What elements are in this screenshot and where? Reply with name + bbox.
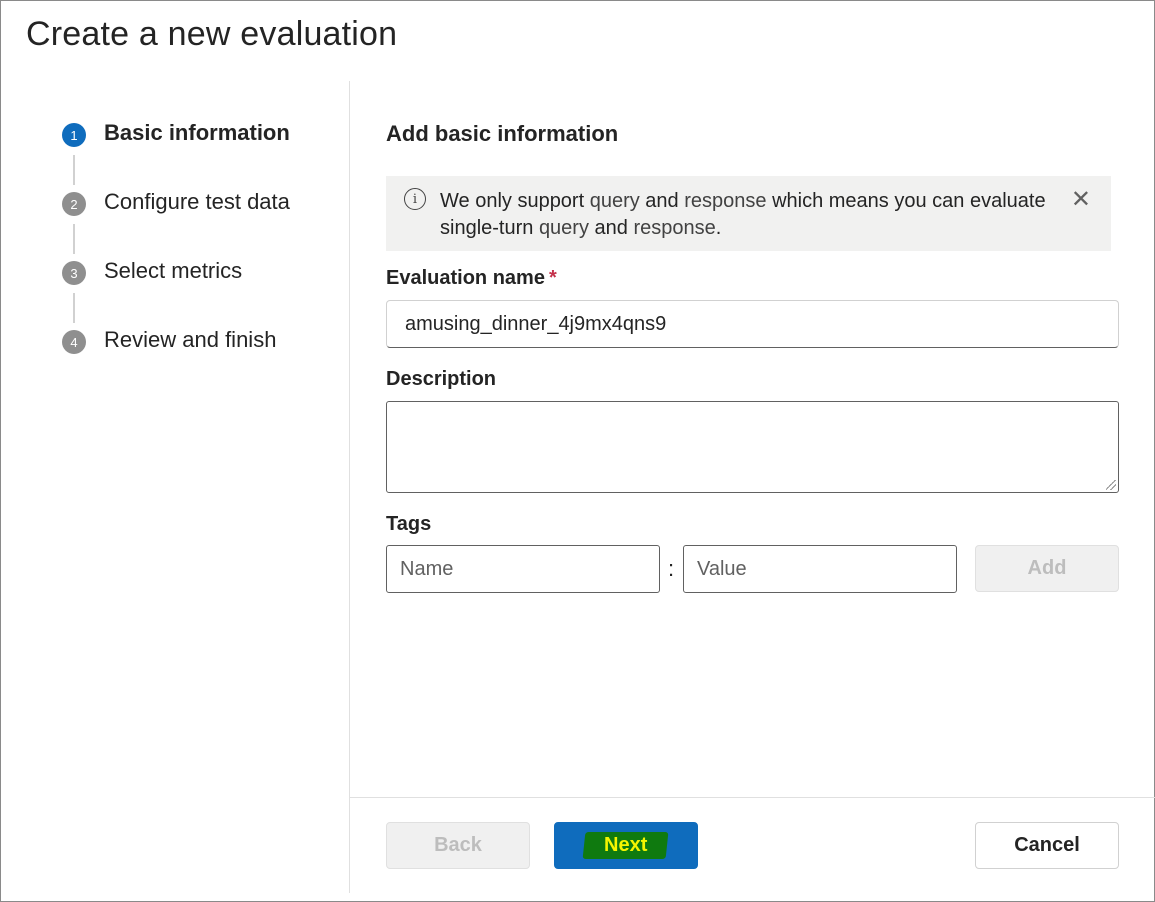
resize-handle-icon[interactable]	[1106, 480, 1116, 490]
tag-separator: :	[668, 556, 675, 581]
dialog: Create a new evaluation 1 Basic informat…	[0, 0, 1155, 902]
step-number-badge: 1	[62, 123, 86, 147]
vertical-divider	[349, 81, 350, 893]
add-tag-button[interactable]: Add	[975, 545, 1119, 592]
step-configure-test-data[interactable]: 2 Configure test data	[61, 188, 341, 257]
step-label: Configure test data	[104, 189, 290, 214]
tag-name-input[interactable]: Name	[386, 545, 660, 593]
close-icon[interactable]: ✕	[1071, 188, 1091, 212]
step-number-badge: 2	[62, 192, 86, 216]
description-textarea[interactable]	[386, 401, 1119, 493]
step-label: Review and finish	[104, 327, 277, 352]
step-label: Basic information	[104, 120, 290, 145]
description-label: Description	[386, 368, 497, 390]
step-connector	[73, 293, 75, 323]
info-message-bar: i We only support query and response whi…	[386, 176, 1111, 251]
step-basic-information[interactable]: 1 Basic information	[61, 119, 341, 188]
page-title: Create a new evaluation	[26, 15, 398, 53]
cancel-button[interactable]: Cancel	[975, 822, 1119, 869]
evaluation-name-label: Evaluation name *	[386, 267, 557, 289]
step-number-badge: 3	[62, 261, 86, 285]
step-review-and-finish[interactable]: 4 Review and finish	[61, 326, 341, 395]
footer-divider	[350, 797, 1155, 798]
wizard-stepper: 1 Basic information 2 Configure test dat…	[61, 119, 341, 395]
step-select-metrics[interactable]: 3 Select metrics	[61, 257, 341, 326]
tags-label: Tags	[386, 513, 432, 535]
step-number-badge: 4	[62, 330, 86, 354]
step-connector	[73, 155, 75, 185]
next-button[interactable]: Next	[554, 822, 698, 869]
required-asterisk: *	[548, 267, 557, 289]
back-button[interactable]: Back	[386, 822, 530, 869]
info-message-text: We only support query and response which…	[440, 190, 1046, 239]
tag-value-input[interactable]: Value	[683, 545, 957, 593]
section-title: Add basic information	[386, 121, 619, 146]
evaluation-name-input[interactable]: amusing_dinner_4j9mx4qns9	[386, 300, 1119, 348]
step-connector	[73, 224, 75, 254]
info-icon: i	[404, 188, 426, 210]
highlight-annotation: Next	[582, 832, 670, 859]
step-label: Select metrics	[104, 258, 243, 283]
